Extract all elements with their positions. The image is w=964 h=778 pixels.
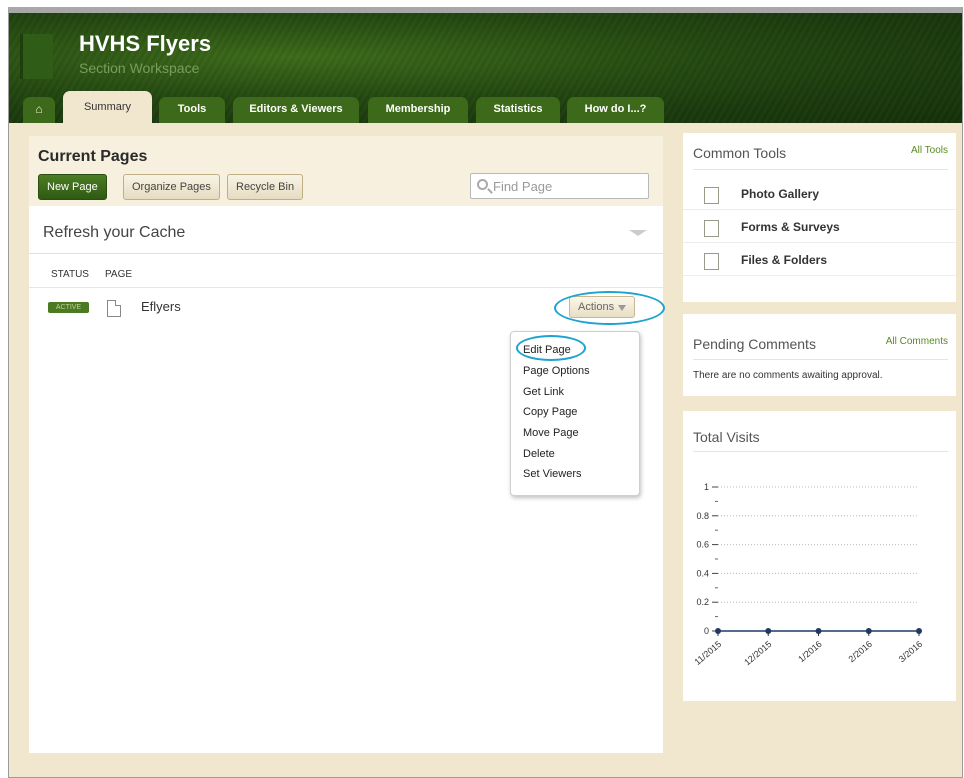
all-comments-link[interactable]: All Comments: [886, 336, 948, 347]
tab-editors-viewers[interactable]: Editors & Viewers: [233, 97, 359, 123]
tool-label: Photo Gallery: [741, 187, 820, 201]
x-tick-label: 2/2016: [847, 639, 875, 664]
pending-comments-title: Pending Comments: [693, 336, 816, 352]
menu-item-set-viewers[interactable]: Set Viewers: [523, 468, 582, 480]
current-pages-panel: Current Pages New Page Organize Pages Re…: [29, 136, 665, 753]
x-tick-label: 11/2015: [692, 639, 723, 667]
common-tools-title: Common Tools: [693, 145, 787, 161]
forms-icon: [704, 220, 719, 237]
window-frame: HVHS Flyers Section Workspace ⌂ Summary …: [8, 7, 963, 778]
actions-menu: Edit Page Page Options Get Link Copy Pag…: [510, 331, 640, 496]
annotation-circle: [554, 291, 665, 325]
x-tick-label: 3/2016: [897, 639, 925, 664]
table-row: ACTIVE Eflyers Actions: [29, 291, 665, 331]
column-page: PAGE: [105, 269, 133, 280]
search-icon: [477, 179, 488, 190]
common-tools-panel: Common Tools All Tools Photo Gallery For…: [683, 133, 956, 302]
page-icon: [107, 300, 121, 317]
tool-forms-surveys[interactable]: Forms & Surveys: [683, 211, 956, 243]
tool-label: Forms & Surveys: [741, 220, 840, 234]
chevron-down-icon[interactable]: [629, 230, 647, 236]
page-name-link[interactable]: Eflyers: [141, 299, 181, 314]
files-icon: [704, 253, 719, 270]
total-visits-title: Total Visits: [693, 429, 760, 445]
pending-comments-panel: Pending Comments All Comments There are …: [683, 314, 956, 396]
site-header: HVHS Flyers Section Workspace ⌂ Summary …: [9, 13, 962, 123]
tool-files-folders[interactable]: Files & Folders: [683, 244, 956, 276]
find-page-field[interactable]: [470, 173, 649, 199]
panel-title: Current Pages: [38, 148, 148, 165]
annotation-circle: [516, 335, 586, 361]
menu-item-copy-page[interactable]: Copy Page: [523, 406, 577, 418]
x-tick-label: 12/2015: [742, 639, 773, 668]
home-icon: ⌂: [35, 102, 43, 116]
site-subtitle: Section Workspace: [79, 60, 200, 76]
divider: [693, 359, 948, 360]
menu-item-move-page[interactable]: Move Page: [523, 427, 579, 439]
all-tools-link[interactable]: All Tools: [911, 145, 948, 156]
divider: [693, 169, 948, 170]
tool-label: Files & Folders: [741, 253, 828, 267]
site-title: HVHS Flyers: [79, 31, 212, 56]
visits-chart: 0 0.2 0.4 0.6 0.8 1 11/2015 12/2015 1/2016 2/2016…: [692, 482, 925, 668]
x-tick-label: 1/2016: [796, 639, 824, 664]
refresh-cache-bar[interactable]: Refresh your Cache: [29, 212, 663, 254]
tab-summary[interactable]: Summary: [63, 91, 152, 123]
empty-comments-message: There are no comments awaiting approval.: [693, 370, 883, 381]
y-tick-label: 0.4: [696, 568, 709, 578]
photo-gallery-icon: [704, 187, 719, 204]
tab-tools[interactable]: Tools: [159, 97, 225, 123]
organize-pages-button[interactable]: Organize Pages: [123, 174, 220, 200]
tab-how-do-i[interactable]: How do I...?: [567, 97, 664, 123]
home-tab[interactable]: ⌂: [23, 97, 55, 123]
new-page-button[interactable]: New Page: [38, 174, 107, 200]
y-tick-label: 0: [704, 626, 709, 636]
y-tick-label: 0.2: [696, 597, 709, 607]
menu-item-page-options[interactable]: Page Options: [523, 365, 590, 377]
refresh-cache-title: Refresh your Cache: [43, 224, 186, 241]
current-pages-toolbar: Current Pages New Page Organize Pages Re…: [29, 136, 663, 206]
tab-statistics[interactable]: Statistics: [476, 97, 560, 123]
y-tick-label: 1: [704, 482, 709, 492]
find-page-input[interactable]: [493, 177, 643, 195]
y-tick-label: 0.6: [696, 540, 709, 550]
total-visits-panel: Total Visits 0 0.2 0.4 0.6 0.8 1 11/2015 12/201…: [683, 411, 956, 701]
menu-item-delete[interactable]: Delete: [523, 448, 555, 460]
status-badge: ACTIVE: [48, 302, 89, 313]
menu-item-get-link[interactable]: Get Link: [523, 386, 564, 398]
logo-icon: [20, 34, 53, 79]
y-tick-label: 0.8: [696, 511, 709, 521]
tab-membership[interactable]: Membership: [368, 97, 468, 123]
recycle-bin-button[interactable]: Recycle Bin: [227, 174, 304, 200]
tool-photo-gallery[interactable]: Photo Gallery: [683, 178, 956, 210]
table-header: STATUS PAGE: [29, 266, 663, 288]
column-status: STATUS: [51, 269, 89, 280]
